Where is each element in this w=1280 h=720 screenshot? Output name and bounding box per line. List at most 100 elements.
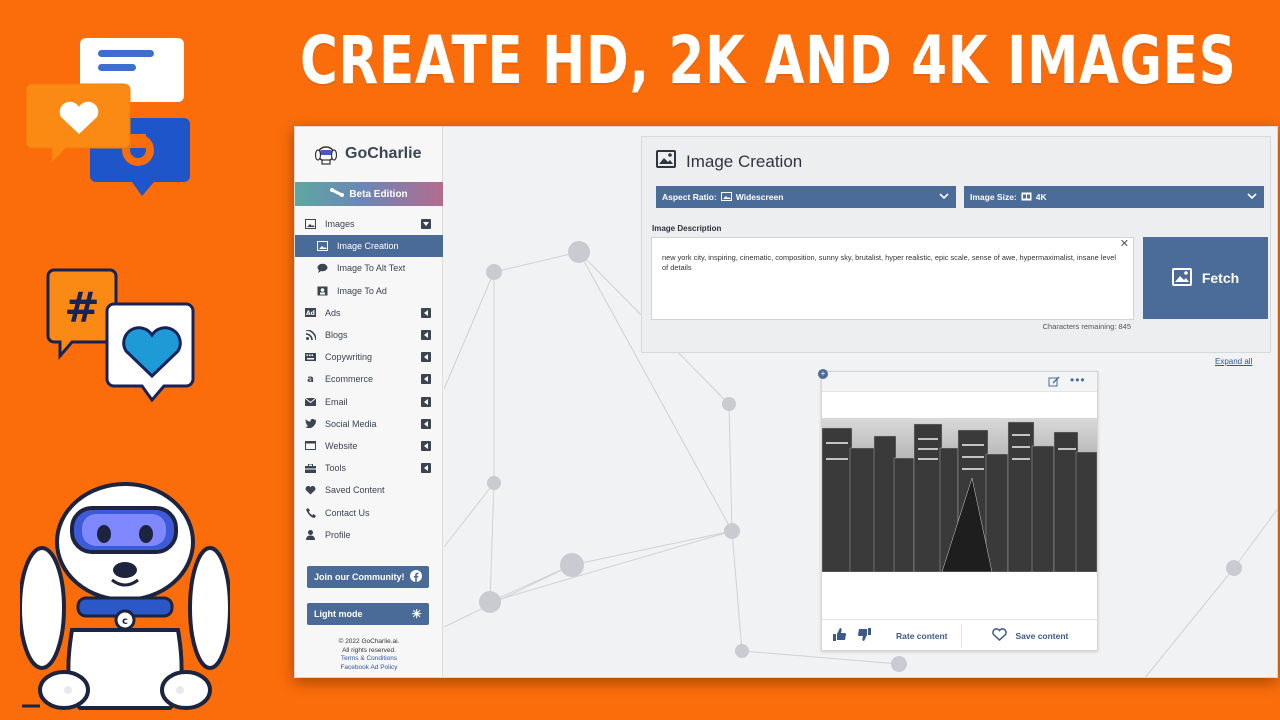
thumbs-down-icon[interactable] [858, 628, 872, 643]
light-mode-toggle[interactable]: Light mode ☀ [307, 603, 429, 625]
caret-left-icon[interactable] [421, 463, 431, 474]
hd-icon [1021, 192, 1032, 203]
caret-left-icon[interactable] [421, 418, 431, 429]
fetch-button[interactable]: Fetch [1143, 237, 1268, 319]
description-label: Image Description [652, 224, 722, 233]
envelope-icon [305, 396, 316, 407]
sidebar-item-label: Images [325, 219, 355, 230]
sidebar-item-email[interactable]: Email [295, 391, 443, 413]
sidebar-item-image-to-ad[interactable]: Image To Ad [295, 280, 443, 302]
sidebar-item-label: Blogs [325, 330, 348, 341]
image-icon [305, 219, 316, 230]
caret-left-icon[interactable] [421, 352, 431, 363]
sidebar-footer: © 2022 GoCharlie.ai. All rights reserved… [295, 638, 443, 672]
sidebar-item-label: Image Creation [337, 241, 399, 252]
sidebar-item-label: Social Media [325, 418, 377, 429]
characters-remaining: Characters remaining: 845 [1042, 322, 1131, 331]
sidebar-item-contact-us[interactable]: Contact Us [295, 501, 443, 523]
svg-text:Ad: Ad [306, 310, 315, 317]
caret-left-icon[interactable] [421, 307, 431, 318]
bone-icon [330, 188, 345, 200]
aspect-ratio-dropdown[interactable]: Aspect Ratio: Widescreen [656, 186, 956, 208]
result-toolbar: ••• [822, 372, 1097, 392]
thumbs-up-icon[interactable] [832, 628, 846, 643]
sidebar-item-social-media[interactable]: Social Media [295, 413, 443, 435]
sidebar-item-label: Image To Alt Text [337, 263, 406, 274]
light-mode-label: Light mode [314, 609, 363, 619]
sidebar-item-tools[interactable]: Tools [295, 457, 443, 479]
aspect-ratio-label: Aspect Ratio: [662, 192, 717, 202]
gocharlie-logo-icon [315, 146, 337, 165]
terms-link[interactable]: Terms & Conditions [295, 655, 443, 664]
page-title: Image Creation [686, 151, 803, 171]
sidebar-nav: Images Image Creation Image To Alt Text Ima… [295, 213, 443, 546]
sidebar-item-image-to-alt-text[interactable]: Image To Alt Text [295, 257, 443, 279]
sidebar-item-label: Ads [325, 307, 341, 318]
browser-icon [305, 440, 316, 451]
caret-left-icon[interactable] [421, 396, 431, 407]
image-creation-card: Image Creation Aspect Ratio: Widescreen … [641, 136, 1271, 353]
portrait-icon [317, 285, 328, 296]
svg-text:c: c [122, 616, 128, 627]
amazon-icon: a [307, 373, 314, 385]
card-title: Image Creation [656, 150, 802, 173]
toolbox-icon [305, 463, 316, 474]
facebook-icon [410, 570, 422, 584]
result-actions: Rate content Save content [822, 619, 1097, 651]
ad-policy-link[interactable]: Facebook Ad Policy [295, 664, 443, 673]
heart-icon [305, 485, 316, 496]
ad-icon: Ad [305, 307, 316, 318]
divider [961, 623, 963, 648]
sidebar-item-label: Image To Ad [337, 285, 387, 296]
caret-down-icon[interactable] [421, 219, 431, 229]
expand-all-link[interactable]: Expand all [1215, 357, 1252, 366]
heart-outline-icon[interactable] [992, 628, 1008, 643]
sidebar-item-label: Saved Content [325, 485, 385, 496]
caret-left-icon[interactable] [421, 440, 431, 451]
sidebar-item-blogs[interactable]: Blogs [295, 324, 443, 346]
chevron-down-icon [939, 191, 949, 203]
edit-icon[interactable] [1048, 375, 1060, 393]
sidebar-item-images[interactable]: Images [295, 213, 443, 235]
rights: All rights reserved. [342, 646, 396, 654]
sidebar-item-label: Profile [325, 529, 351, 540]
sidebar: GoCharlie Beta Edition Images Image Creat… [295, 127, 443, 677]
chat-bubbles-illustration [26, 38, 190, 196]
twitter-icon [305, 418, 316, 429]
sidebar-item-label: Ecommerce [325, 374, 374, 385]
beta-label: Beta Edition [349, 188, 408, 200]
sidebar-item-website[interactable]: Website [295, 435, 443, 457]
clear-icon[interactable]: ✕ [1120, 239, 1129, 250]
image-size-label: Image Size: [970, 192, 1017, 202]
more-icon[interactable]: ••• [1070, 373, 1086, 387]
sidebar-item-saved-content[interactable]: Saved Content [295, 479, 443, 501]
image-icon [1171, 267, 1192, 289]
add-icon[interactable]: + [818, 369, 828, 379]
sidebar-item-image-creation[interactable]: Image Creation [295, 235, 443, 258]
image-size-dropdown[interactable]: Image Size: 4K [964, 186, 1264, 208]
sidebar-item-label: Website [325, 440, 358, 451]
copyright: © 2022 GoCharlie.ai. [338, 638, 400, 645]
sidebar-item-ads[interactable]: Ad Ads [295, 302, 443, 324]
sidebar-item-label: Email [325, 396, 348, 407]
sidebar-item-label: Contact Us [325, 507, 370, 518]
description-input[interactable]: ✕ new york city, inspiring, cinematic, c… [651, 237, 1134, 320]
sidebar-item-profile[interactable]: Profile [295, 524, 443, 546]
brand[interactable]: GoCharlie [315, 143, 421, 165]
save-content-button[interactable]: Save content [1015, 631, 1068, 641]
phone-icon [305, 507, 316, 518]
image-size-value: 4K [1035, 192, 1047, 202]
join-community-button[interactable]: Join our Community! [307, 566, 429, 588]
widescreen-icon [720, 191, 732, 203]
user-icon [305, 529, 316, 540]
sun-icon: ☀ [411, 607, 422, 621]
beta-badge: Beta Edition [295, 182, 443, 206]
caret-left-icon[interactable] [421, 374, 431, 385]
description-text: new york city, inspiring, cinematic, com… [662, 253, 1117, 272]
caret-left-icon[interactable] [421, 329, 431, 340]
sidebar-item-copywriting[interactable]: Copywriting [295, 346, 443, 368]
dog-mascot-illustration: c [20, 482, 230, 710]
sidebar-item-ecommerce[interactable]: a Ecommerce [295, 368, 443, 390]
generated-image[interactable] [822, 418, 1097, 572]
rate-content-button[interactable]: Rate content [896, 631, 947, 641]
